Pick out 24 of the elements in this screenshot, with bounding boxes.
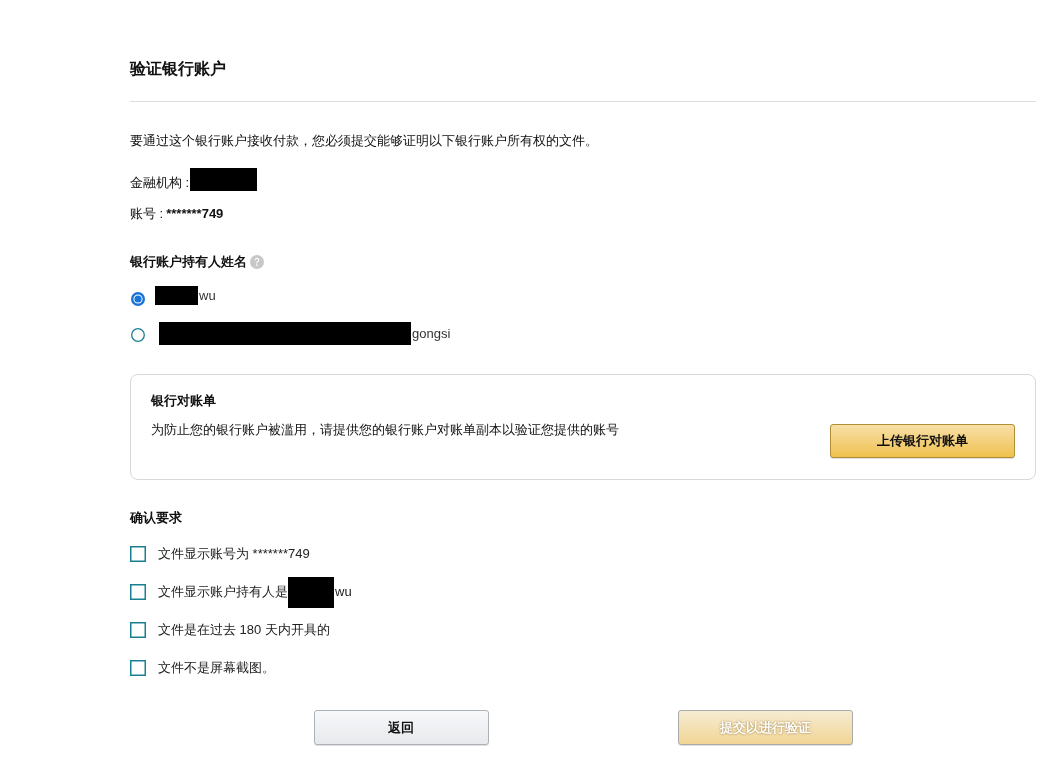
intro-text: 要通过这个银行账户接收付款，您必须提交能够证明以下银行账户所有权的文件。 <box>130 132 598 150</box>
checkbox[interactable] <box>130 584 146 600</box>
page-title: 验证银行账户 <box>130 59 226 79</box>
card-description: 为防止您的银行账户被滥用，请提供您的银行账户对账单副本以验证您提供的账号 <box>151 421 619 439</box>
section-heading: 银行账户持有人姓名 <box>130 253 247 271</box>
requirement-label: wu <box>335 583 352 601</box>
checkbox[interactable] <box>130 546 146 562</box>
section-heading: 确认要求 <box>130 509 182 527</box>
radio-button[interactable] <box>131 292 145 306</box>
upload-statement-button[interactable]: 上传银行对账单 <box>830 424 1015 458</box>
requirement-label: 文件显示账号为 *******749 <box>158 545 310 563</box>
detail-value: *******749 <box>166 205 224 222</box>
checkbox[interactable] <box>130 660 146 676</box>
checkbox[interactable] <box>130 622 146 638</box>
requirement-label: 文件不是屏幕截图。 <box>158 659 275 677</box>
option-label: gongsi <box>412 324 451 343</box>
option-label: wu <box>199 286 216 305</box>
card-heading: 银行对账单 <box>151 392 216 410</box>
requirement-label: 文件是在过去 180 天内开具的 <box>158 621 330 639</box>
detail-label: 账号 : <box>130 205 164 222</box>
radio-button[interactable] <box>131 328 145 342</box>
back-button[interactable]: 返回 <box>313 710 489 745</box>
detail-label: 金融机构 : <box>130 174 190 191</box>
requirement-label: 文件显示账户持有人是 <box>158 583 288 601</box>
